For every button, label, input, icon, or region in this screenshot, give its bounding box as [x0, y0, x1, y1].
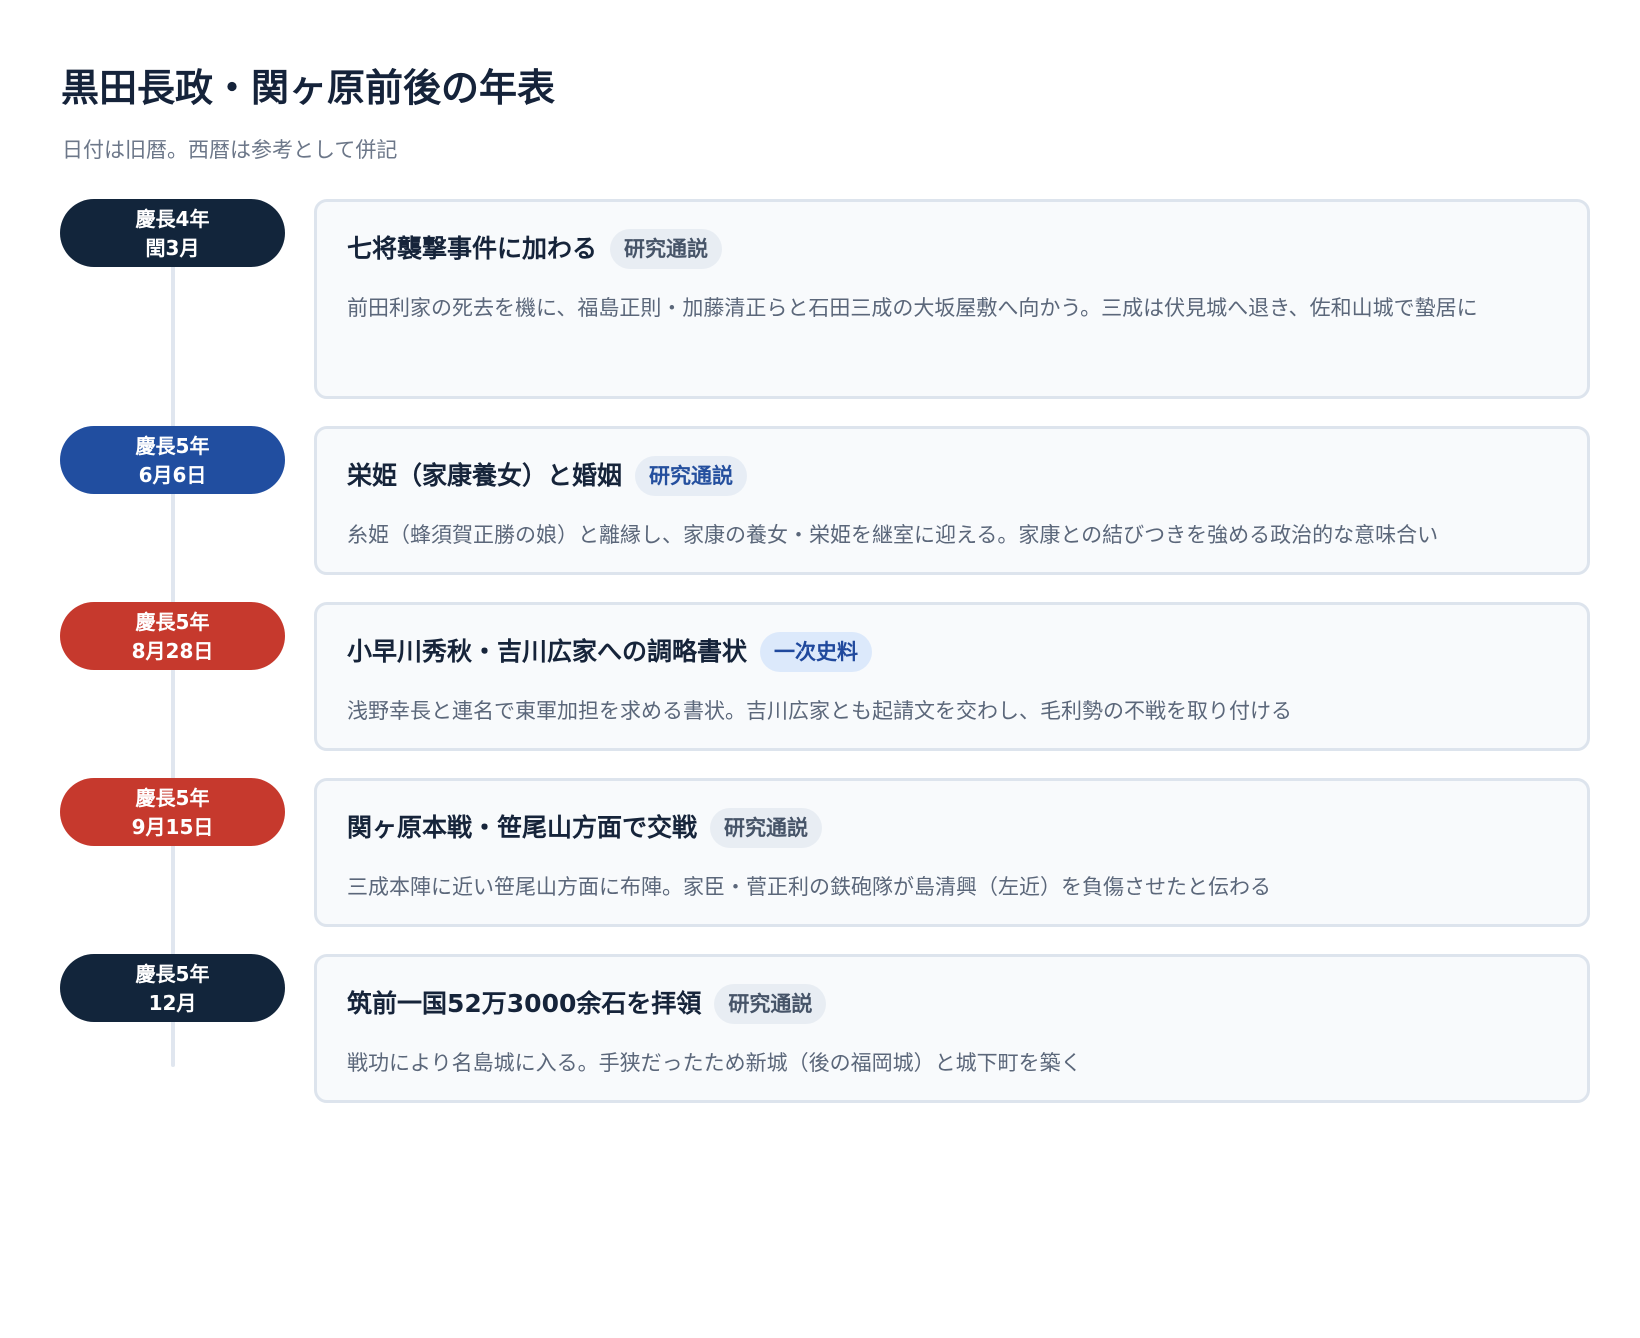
timeline-page: 黒田長政・関ヶ原前後の年表 日付は旧暦。西暦は参考として併記 慶長4年 閏3月 … [0, 0, 1640, 1338]
event-description: 戦功により名島城に入る。手狭だったため新城（後の福岡城）と城下町を築く [347, 1051, 1082, 1075]
event-date-month: 8月28日 [131, 638, 214, 663]
event-date-pill: 慶長4年 閏3月 [60, 199, 285, 267]
event-date-month: 閏3月 [145, 235, 200, 260]
event-date-pill: 慶長5年 9月15日 [60, 778, 285, 846]
page-title: 黒田長政・関ヶ原前後の年表 [61, 66, 556, 110]
page-subtitle: 日付は旧暦。西暦は参考として併記 [62, 138, 398, 162]
event-date-year: 慶長5年 [135, 785, 210, 810]
event-date-pill: 慶長5年 6月6日 [60, 426, 285, 494]
event-title: 栄姫（家康養女）と婚姻 [347, 461, 623, 490]
event-heading-row: 小早川秀秋・吉川広家への調略書状 一次史料 [347, 630, 1557, 674]
event-card: 栄姫（家康養女）と婚姻 研究通説 糸姫（蜂須賀正勝の娘）と離縁し、家康の養女・栄… [314, 426, 1590, 575]
event-card: 関ヶ原本戦・笹尾山方面で交戦 研究通説 三成本陣に近い笹尾山方面に布陣。家臣・菅… [314, 778, 1590, 927]
event-description: 糸姫（蜂須賀正勝の娘）と離縁し、家康の養女・栄姫を継室に迎える。家康との結びつき… [347, 523, 1439, 547]
event-title: 関ヶ原本戦・笹尾山方面で交戦 [347, 813, 698, 842]
event-heading-row: 関ヶ原本戦・笹尾山方面で交戦 研究通説 [347, 806, 1557, 850]
source-badge: 研究通説 [610, 229, 723, 269]
event-heading-row: 栄姫（家康養女）と婚姻 研究通説 [347, 454, 1557, 498]
event-title: 小早川秀秋・吉川広家への調略書状 [347, 637, 748, 666]
event-date-year: 慶長5年 [135, 961, 210, 986]
source-badge: 研究通説 [635, 456, 748, 496]
event-description: 浅野幸長と連名で東軍加担を求める書状。吉川広家とも起請文を交わし、毛利勢の不戦を… [347, 699, 1292, 723]
event-date-year: 慶長4年 [135, 206, 210, 231]
event-description: 三成本陣に近い笹尾山方面に布陣。家臣・菅正利の鉄砲隊が島清興（左近）を負傷させた… [347, 875, 1271, 899]
event-date-month: 9月15日 [131, 814, 214, 839]
event-title: 七将襲撃事件に加わる [347, 234, 598, 263]
event-description: 前田利家の死去を機に、福島正則・加藤清正らと石田三成の大坂屋敷へ向かう。三成は伏… [347, 296, 1478, 320]
event-heading-row: 筑前一国52万3000余石を拝領 研究通説 [347, 982, 1557, 1026]
event-heading-row: 七将襲撃事件に加わる 研究通説 [347, 227, 1557, 271]
event-card: 七将襲撃事件に加わる 研究通説 前田利家の死去を機に、福島正則・加藤清正らと石田… [314, 199, 1590, 399]
event-date-year: 慶長5年 [135, 609, 210, 634]
event-date-pill: 慶長5年 12月 [60, 954, 285, 1022]
event-date-pill: 慶長5年 8月28日 [60, 602, 285, 670]
event-card: 小早川秀秋・吉川広家への調略書状 一次史料 浅野幸長と連名で東軍加担を求める書状… [314, 602, 1590, 751]
event-date-month: 6月6日 [138, 462, 207, 487]
event-title: 筑前一国52万3000余石を拝領 [347, 989, 702, 1018]
source-badge: 研究通説 [710, 808, 823, 848]
source-badge: 研究通説 [714, 984, 827, 1024]
source-badge: 一次史料 [760, 632, 873, 672]
event-date-year: 慶長5年 [135, 433, 210, 458]
event-card: 筑前一国52万3000余石を拝領 研究通説 戦功により名島城に入る。手狭だったた… [314, 954, 1590, 1103]
event-date-month: 12月 [148, 990, 197, 1015]
